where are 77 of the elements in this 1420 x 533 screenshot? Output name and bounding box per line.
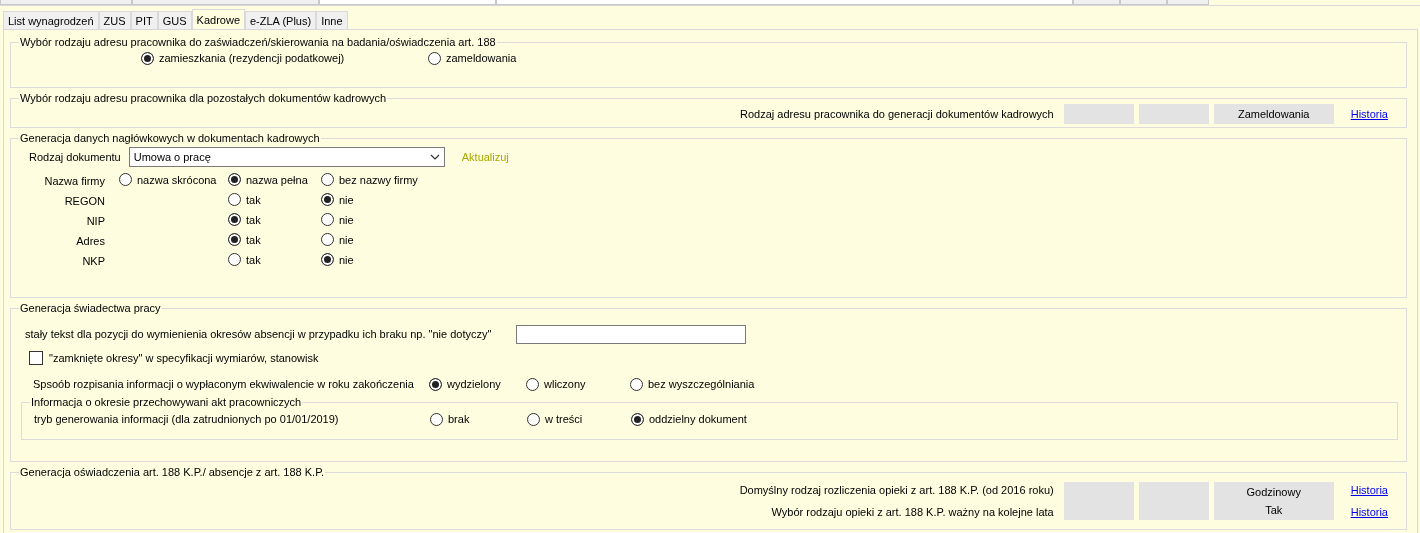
radio-button[interactable] (526, 377, 539, 391)
field-label: stały tekst dla pozycji do wymienienia okresów absencji w przypadku ich braku np. "nie dotyczy" (25, 328, 492, 340)
radio-button[interactable] (141, 51, 154, 65)
radio-button[interactable] (228, 173, 241, 186)
checkbox-label: "zamknięte okresy" w specyfikacji wymiarów, stanowisk (49, 352, 319, 364)
radio-button[interactable] (429, 377, 442, 391)
radio-button[interactable] (527, 412, 540, 426)
field-label: REGON (63, 194, 106, 207)
option-label: nazwa skrócona (137, 173, 217, 186)
field-label: Wybór rodzaju opieki z art. 188 K.P. ważny na kolejne lata (771, 506, 1054, 518)
radio-button[interactable] (430, 412, 443, 426)
option-label: nie (339, 233, 354, 246)
radio-button[interactable] (321, 253, 334, 266)
tab[interactable]: GUS (157, 11, 192, 29)
field-label: NKP (81, 254, 106, 267)
radio-button[interactable] (321, 233, 334, 246)
radio-button[interactable] (321, 173, 334, 186)
readonly-field: Godzinowy Tak (1213, 482, 1334, 520)
radio-button[interactable] (228, 193, 241, 206)
readonly-field (1063, 482, 1134, 520)
section-title: Wybór rodzaju adresu pracownika do zaświadczeń/skierowania na badania/oświadczenia art. 188 (19, 36, 497, 48)
tab[interactable]: Inne (316, 11, 348, 29)
option-label: nie (339, 253, 354, 266)
history-link[interactable]: Historia (1350, 484, 1388, 496)
section-title: Generacja danych nagłówkowych w dokumentach kadrowych (19, 132, 321, 144)
field-label: Rodzaj dokumentu (29, 151, 121, 163)
field-label: NIP (85, 214, 106, 227)
section-title: Informacja o okresie przechowywani akt pracowniczych (30, 396, 303, 408)
document-dropdown[interactable]: Umowa o pracę (128, 147, 445, 167)
option-label: zamieszkania (rezydencji podatkowej) (159, 52, 345, 64)
tab[interactable]: ZUS (98, 11, 131, 29)
history-link[interactable]: Historia (1350, 506, 1388, 518)
radio-button[interactable] (428, 51, 441, 65)
chevron-down-icon (429, 154, 440, 160)
radio-button[interactable] (631, 412, 644, 426)
section-title: Generacja świadectwa pracy (19, 302, 162, 314)
option-label: brak (448, 413, 470, 425)
option-label: zameldowania (446, 52, 517, 64)
option-label: nie (339, 213, 354, 226)
option-label: tak (246, 233, 261, 246)
option-label: bez nazwy firmy (339, 173, 418, 186)
option-label: nie (339, 193, 354, 206)
tab[interactable]: e-ZLA (Plus) (245, 11, 317, 29)
option-label: w treści (545, 413, 583, 425)
field-label: Nazwa firmy (43, 174, 106, 187)
option-label: oddzielny dokument (649, 413, 747, 425)
field-label: Spsoób rozpisania informacji o wypłaconym ekwiwalencie w roku zakończenia (33, 378, 414, 390)
option-label: wliczony (544, 378, 586, 390)
option-label: bez wyszczególniania (648, 378, 755, 390)
readonly-field (1138, 482, 1209, 520)
field-label: Adres (75, 234, 106, 247)
option-label: tak (246, 193, 261, 206)
radio-button[interactable] (321, 213, 334, 226)
option-label: wydzielony (447, 378, 501, 390)
field-label: Domyślny rodzaj rozliczenia opieki z art. 188 K.P. (od 2016 roku) (739, 484, 1054, 496)
section-title: Generacja oświadczenia art. 188 K.P./ absencje z art. 188 K.P. (19, 466, 326, 478)
option-label: tak (246, 213, 261, 226)
radio-button[interactable] (228, 233, 241, 246)
radio-button[interactable] (228, 213, 241, 226)
tab[interactable]: Kadrowe (191, 9, 245, 29)
option-label: nazwa pełna (246, 173, 308, 186)
radio-button[interactable] (630, 377, 643, 391)
radio-button[interactable] (119, 173, 132, 186)
section-title: Wybór rodzaju adresu pracownika dla pozostałych dokumentów kadrowych (19, 92, 388, 104)
radio-button[interactable] (321, 193, 334, 206)
field-label: Rodzaj adresu pracownika do generacji dokumentów kadrowych (740, 108, 1054, 120)
readonly-field (1138, 104, 1209, 124)
radio-button[interactable] (228, 253, 241, 266)
history-link[interactable]: Historia (1350, 108, 1388, 120)
readonly-field (1063, 104, 1134, 124)
field-label: tryb generowania informacji (dla zatrudnionych po 01/01/2019) (34, 413, 339, 425)
text-field[interactable] (516, 324, 746, 344)
option-label: tak (246, 253, 261, 266)
checkbox[interactable] (29, 351, 43, 365)
tab[interactable]: List wynagrodzeń (3, 11, 99, 29)
tab[interactable]: PIT (130, 11, 158, 29)
readonly-field: Zameldowania (1213, 104, 1334, 124)
